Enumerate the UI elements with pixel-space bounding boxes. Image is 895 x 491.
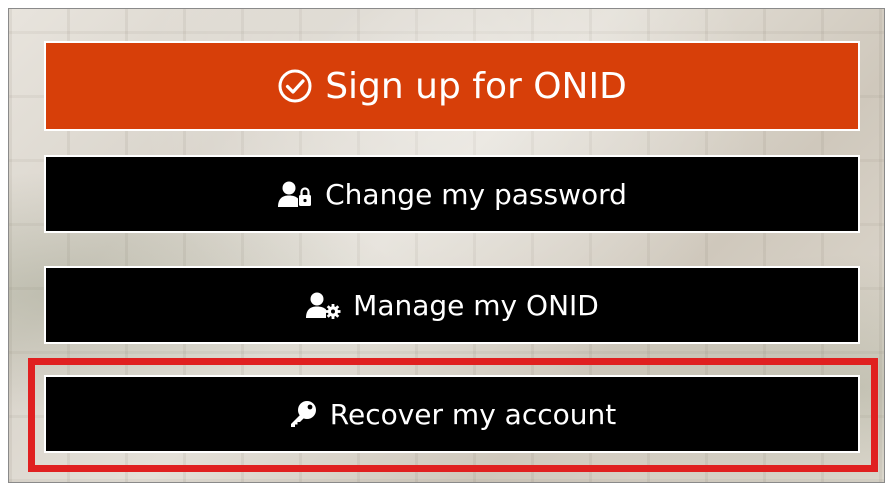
manage-onid-button[interactable]: Manage my ONID [44,266,860,344]
signup-button-label: Sign up for ONID [325,65,627,107]
check-circle-icon [277,68,313,104]
manage-onid-label: Manage my ONID [353,288,599,322]
user-lock-icon [277,180,313,208]
change-password-button[interactable]: Change my password [44,155,860,233]
highlight-box [28,358,878,472]
signup-button[interactable]: Sign up for ONID [44,41,860,131]
onid-options-panel: Sign up for ONID Change my password Mana… [8,8,885,483]
user-gear-icon [305,291,341,319]
change-password-label: Change my password [325,177,627,211]
